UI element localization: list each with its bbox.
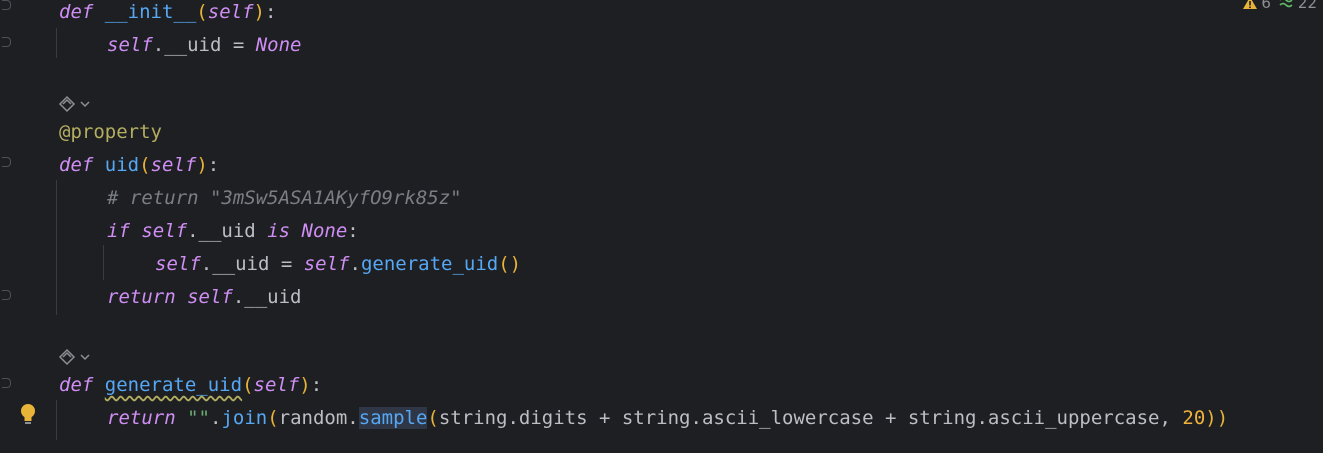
keyword-def: def <box>59 154 94 176</box>
keyword-if: if <box>107 220 130 242</box>
fold-marker[interactable] <box>2 0 11 10</box>
param-self: self <box>207 1 254 23</box>
keyword-return: return <box>107 286 176 308</box>
paren-open: ( <box>139 154 151 176</box>
call-arguments: string.digits + string.ascii_lowercase +… <box>438 407 1183 429</box>
paren-open: ( <box>427 407 439 429</box>
warning-count: 6 <box>1261 0 1271 12</box>
attribute: .__uid <box>187 220 268 242</box>
usage-inlay[interactable] <box>58 94 90 114</box>
code-editor[interactable]: 6 22 def __init__(self): self.__uid = No… <box>0 0 1323 453</box>
chevron-down-icon <box>80 354 90 361</box>
colon: : <box>264 1 277 23</box>
self-ref: self <box>303 253 350 275</box>
method-call: generate_uid <box>360 253 499 275</box>
attribute-assign: .__uid = <box>152 34 256 56</box>
module-random: random <box>278 407 348 429</box>
colon: : <box>310 374 323 396</box>
keyword-is: is <box>267 220 291 242</box>
colon: : <box>207 154 220 176</box>
string-literal: "" <box>187 407 210 429</box>
fold-marker[interactable] <box>2 37 11 47</box>
editor-gutter[interactable] <box>0 0 48 453</box>
call-parens: () <box>498 253 522 275</box>
code-line-4[interactable]: @property <box>59 117 162 147</box>
code-line-7[interactable]: if self.__uid is None: <box>107 216 359 246</box>
code-line-12[interactable]: return "".join(random.sample(string.digi… <box>107 403 1228 433</box>
self-ref: self <box>187 286 233 308</box>
method-join: join <box>221 407 268 429</box>
self-ref: self <box>155 253 201 275</box>
dot: . <box>209 407 222 429</box>
code-line-2[interactable]: self.__uid = None <box>107 30 301 60</box>
usage-inlay[interactable] <box>58 347 90 367</box>
paren-open: ( <box>196 1 208 23</box>
code-line-8[interactable]: self.__uid = self.generate_uid() <box>155 249 521 279</box>
dot: . <box>349 253 361 275</box>
weak-warning-icon <box>1279 0 1293 8</box>
code-line-11[interactable]: def generate_uid(self): <box>59 370 322 400</box>
code-line-5[interactable]: def uid(self): <box>59 150 219 180</box>
self-ref: self <box>141 220 188 242</box>
indent-guide <box>56 400 57 440</box>
paren-open: ( <box>267 407 279 429</box>
none-literal: None <box>301 220 348 242</box>
code-line-6[interactable]: # return "3mSw5ASA1AKyfO9rk85z" <box>107 183 462 213</box>
fold-marker[interactable] <box>2 378 11 388</box>
self-ref: self <box>107 34 153 56</box>
warning-counter[interactable]: 6 <box>1242 0 1271 12</box>
chevron-down-icon <box>80 101 90 108</box>
function-name: __init__ <box>104 1 197 23</box>
fold-marker[interactable] <box>2 290 11 300</box>
warning-icon <box>1243 0 1258 9</box>
function-name: generate_uid <box>104 374 243 396</box>
indent-guide <box>56 180 57 315</box>
keyword-return: return <box>107 407 176 429</box>
lightbulb-icon[interactable] <box>18 402 38 426</box>
dot: . <box>347 407 359 429</box>
method-sample: sample <box>358 407 428 429</box>
paren-open: ( <box>242 374 254 396</box>
weak-warning-count: 22 <box>1297 0 1317 12</box>
paren-close: ) <box>253 1 265 23</box>
paren-close: ) <box>196 154 208 176</box>
code-line-1[interactable]: def __init__(self): <box>59 0 276 27</box>
function-name: uid <box>104 154 140 176</box>
attribute-assign: .__uid = <box>200 253 304 275</box>
keyword-def: def <box>59 374 94 396</box>
keyword-def: def <box>59 1 94 23</box>
inspection-widget[interactable]: 6 22 <box>1242 0 1317 12</box>
colon: : <box>347 220 359 242</box>
number-literal: 20 <box>1182 407 1206 429</box>
paren-close: ) <box>299 374 311 396</box>
indent-guide <box>103 245 104 280</box>
indent-guide <box>56 28 57 58</box>
none-literal: None <box>255 34 302 56</box>
fold-marker[interactable] <box>2 157 11 167</box>
decorator: @property <box>59 121 162 143</box>
usages-icon <box>58 95 76 113</box>
paren-close: )) <box>1205 407 1229 429</box>
param-self: self <box>150 154 197 176</box>
param-self: self <box>253 374 300 396</box>
weak-warning-counter[interactable]: 22 <box>1279 0 1317 12</box>
attribute: .__uid <box>232 286 302 308</box>
code-line-9[interactable]: return self.__uid <box>107 282 302 312</box>
usages-icon <box>58 348 76 366</box>
comment: # return "3mSw5ASA1AKyfO9rk85z" <box>107 187 462 209</box>
